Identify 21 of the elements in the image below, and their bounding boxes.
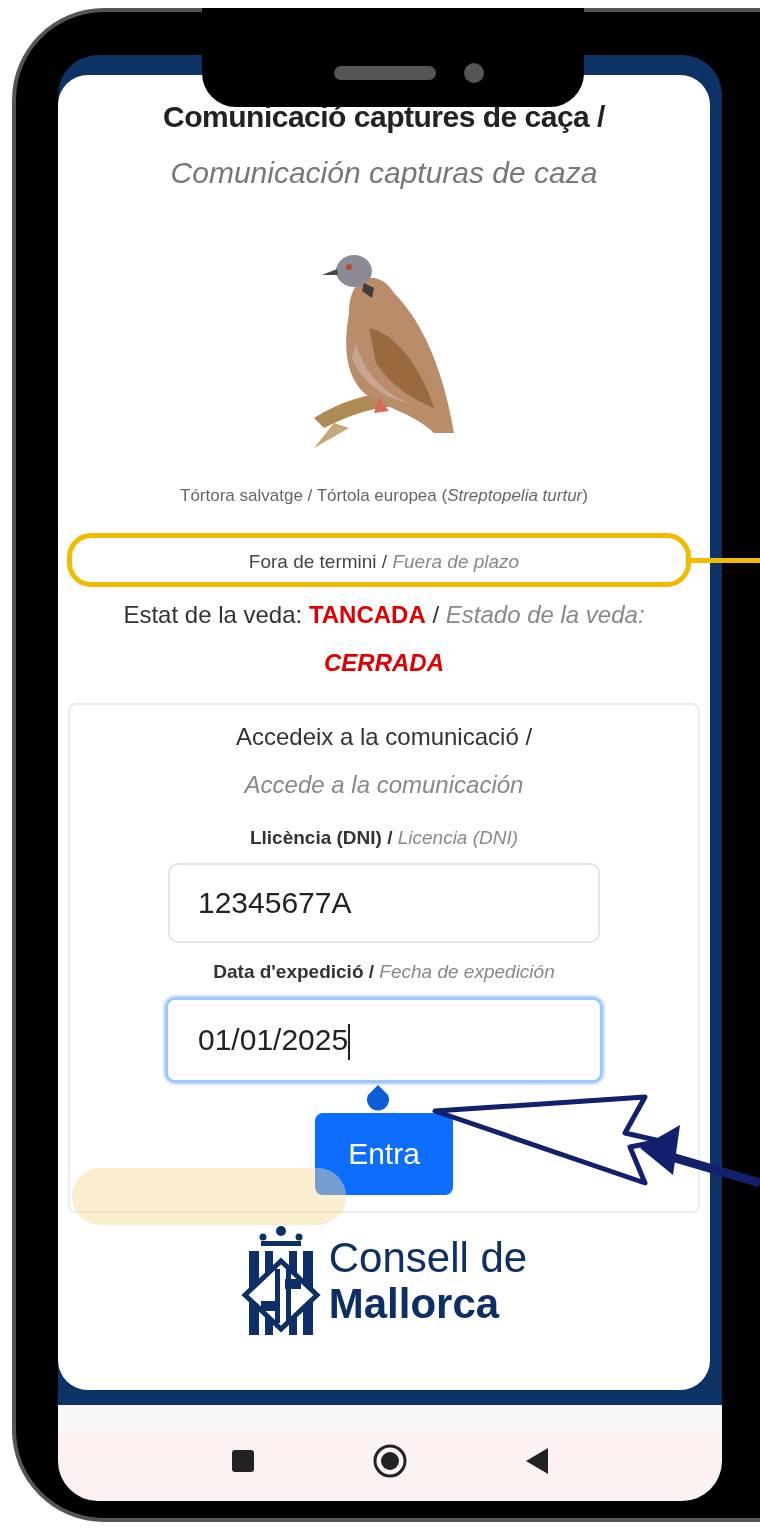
text-cursor [348, 1024, 351, 1061]
enter-button[interactable]: Entra [315, 1113, 453, 1195]
species-caption: Tórtora salvatge / Tórtola europea (Streptopelia turtur) [180, 486, 588, 506]
field-label: Data d'expedició / Fecha de expedición [213, 961, 555, 983]
home-icon[interactable] [373, 1443, 407, 1478]
speaker-icon [334, 66, 436, 80]
logo-text-line: Consell de [328, 1235, 528, 1281]
logo-text-line: Mallorca [328, 1281, 501, 1327]
selection-handle-icon[interactable] [366, 1085, 390, 1111]
page-title: Comunicació captures de caça / Comunicación capturas de caza [163, 99, 605, 191]
pointer-arrow-icon [640, 1125, 760, 1188]
coat-of-arms-icon [240, 1225, 321, 1337]
form-title: Accedeix a la comunicació / Accede a la comunicación [235, 722, 533, 800]
camera-icon [464, 63, 484, 83]
back-icon[interactable] [525, 1446, 549, 1475]
input-field[interactable]: 12345677A [168, 863, 600, 943]
input-field[interactable]: 01/01/2025 [165, 997, 603, 1083]
recent-apps-icon[interactable] [231, 1448, 255, 1473]
deadline-text: Fora de termini / Fuera de plazo [248, 551, 520, 573]
field-label: Llicència (DNI) / Licencia (DNI) [249, 827, 519, 849]
season-status-text: Estat de la veda: TANCADA / Estado de la veda: CERRADA [123, 600, 645, 678]
